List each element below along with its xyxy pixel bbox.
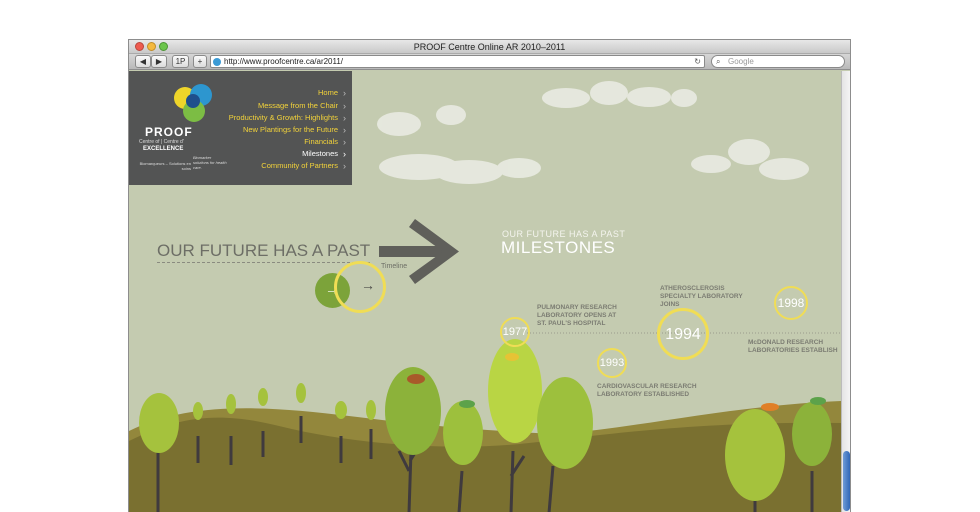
milestone-1993-button[interactable]: 1993 (597, 348, 627, 378)
reload-icon[interactable]: ↻ (694, 56, 701, 67)
search-icon: ⌕ (716, 57, 721, 66)
hero-tagline: OUR FUTURE HAS A PAST (157, 241, 371, 263)
milestone-year: 1977 (502, 326, 528, 338)
chevron-right-icon: › (343, 101, 346, 111)
milestone-1977-button[interactable]: 1977 (500, 317, 530, 347)
site-favicon-icon (213, 58, 221, 66)
timeline-next-button[interactable]: → (334, 261, 386, 313)
search-placeholder: Google (728, 57, 754, 66)
milestone-1994-button[interactable]: 1994 (657, 308, 709, 360)
big-arrow-icon (379, 219, 459, 284)
proof-logo-icon (174, 84, 212, 122)
milestone-year: 1998 (777, 296, 805, 310)
chevron-right-icon: › (343, 161, 346, 171)
chevron-right-icon: › (343, 88, 346, 98)
url-text: http://www.proofcentre.ca/ar2011/ (224, 57, 344, 66)
back-arrow-icon: ◀ (139, 57, 147, 66)
logo-tagline-fr: Biomarqueurs – Solutions en soins (139, 161, 191, 171)
browser-window: PROOF Centre Online AR 2010–2011 ◀ ▶ 1P … (128, 39, 851, 512)
nav-item-home[interactable]: Home (318, 88, 338, 97)
milestone-1994-label: ATHEROSCLEROSIS SPECIALTY LABORATORY JOI… (660, 285, 743, 308)
zoom-window-button[interactable] (159, 42, 168, 51)
milestone-1998-button[interactable]: 1998 (774, 286, 808, 320)
timeline-label: Timeline (381, 263, 408, 270)
title-bar: PROOF Centre Online AR 2010–2011 (129, 40, 850, 54)
nav-item-community[interactable]: Community of Partners (261, 161, 338, 170)
milestone-1977-label: PULMONARY RESEARCH LABORATORY OPENS AT S… (537, 304, 617, 327)
bookmarks-button[interactable]: 1P (172, 55, 189, 68)
search-input[interactable]: ⌕ Google (711, 55, 845, 68)
close-window-button[interactable] (135, 42, 144, 51)
chevron-right-icon: › (343, 137, 346, 147)
logo-line2: EXCELLENCE (143, 146, 184, 152)
clouds (377, 81, 809, 184)
nav-item-milestones[interactable]: Milestones (302, 149, 338, 158)
chevron-right-icon: › (343, 113, 346, 123)
forward-button[interactable]: ▶ (151, 55, 167, 68)
milestone-1998-label: McDONALD RESEARCH LABORATORIES ESTABLISH (748, 339, 838, 354)
milestone-year: 1994 (665, 326, 701, 343)
browser-toolbar: ◀ ▶ 1P + http://www.proofcentre.ca/ar201… (129, 54, 850, 70)
nav-panel: PROOF Centre of | Centre d' EXCELLENCE B… (129, 71, 352, 185)
vertical-scrollbar[interactable] (841, 71, 850, 512)
arrow-right-icon: → (361, 277, 375, 293)
milestones-title: MILESTONES (501, 238, 616, 257)
scrollbar-thumb[interactable] (843, 451, 850, 511)
forward-arrow-icon: ▶ (155, 57, 163, 66)
milestone-1993-label: CARDIOVASCULAR RESEARCH LABORATORY ESTAB… (597, 383, 697, 398)
nav-item-new-plantings[interactable]: New Plantings for the Future (243, 125, 338, 134)
nav-item-productivity[interactable]: Productivity & Growth: Highlights (229, 113, 338, 122)
minimize-window-button[interactable] (147, 42, 156, 51)
logo-tagline-en: Biomarker solutions for health care. (193, 155, 227, 170)
proof-logo[interactable]: PROOF Centre of | Centre d' EXCELLENCE B… (129, 71, 229, 185)
nav-item-financials[interactable]: Financials (304, 137, 338, 146)
page-content: PROOF Centre of | Centre d' EXCELLENCE B… (129, 71, 841, 512)
logo-name: PROOF (145, 125, 193, 139)
url-field[interactable]: http://www.proofcentre.ca/ar2011/ ↻ (210, 55, 705, 68)
chevron-right-icon: › (343, 149, 346, 159)
logo-line1: Centre of | Centre d' (139, 139, 184, 145)
milestone-year: 1993 (599, 357, 625, 369)
nav-item-message-from-chair[interactable]: Message from the Chair (258, 101, 338, 110)
back-button[interactable]: ◀ (135, 55, 151, 68)
chevron-right-icon: › (343, 125, 346, 135)
add-bookmark-button[interactable]: + (193, 55, 207, 68)
window-title: PROOF Centre Online AR 2010–2011 (413, 42, 566, 52)
